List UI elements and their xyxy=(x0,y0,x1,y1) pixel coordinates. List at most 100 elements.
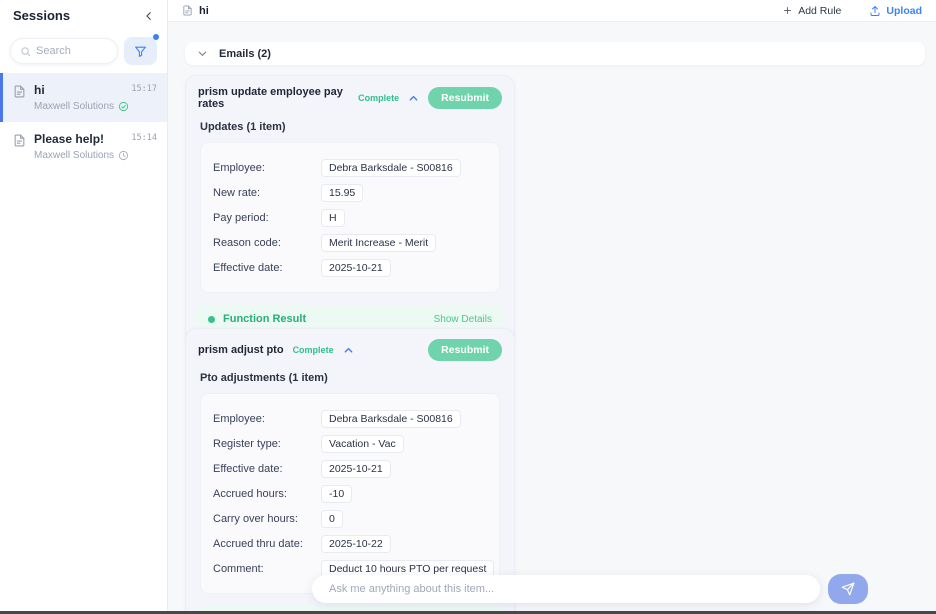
show-details-link[interactable]: Show Details xyxy=(434,314,492,325)
add-rule-label: Add Rule xyxy=(798,5,841,17)
field-value-box[interactable]: 15.95 xyxy=(321,184,363,202)
clock-icon xyxy=(118,150,129,161)
chat-input[interactable] xyxy=(329,583,803,595)
sidebar-header: Sessions xyxy=(0,0,167,27)
collapse-sidebar-button[interactable] xyxy=(144,11,154,21)
field-row: Employee: Debra Barksdale - S00816 xyxy=(213,409,487,428)
check-circle-icon xyxy=(118,101,129,112)
field-value-box[interactable]: -10 xyxy=(321,485,352,503)
field-row: Pay period: H xyxy=(213,208,487,227)
email-card-pay-rates: prism update employee pay rates Complete… xyxy=(185,75,515,344)
resubmit-button[interactable]: Resubmit xyxy=(428,87,502,109)
field-row: Accrued hours: -10 xyxy=(213,484,487,503)
chevron-down-icon xyxy=(197,48,208,59)
card-section-label: Pto adjustments (1 item) xyxy=(186,367,514,393)
session-subtitle: Maxwell Solutions xyxy=(34,101,129,112)
collapse-card-button[interactable] xyxy=(408,93,419,104)
session-item-please-help[interactable]: Please help! Maxwell Solutions 15:14 xyxy=(0,122,167,171)
field-value-box[interactable]: Debra Barksdale - S00816 xyxy=(321,410,461,428)
main-content: Emails (2) prism update employee pay rat… xyxy=(168,22,936,611)
search-icon xyxy=(20,46,31,57)
sessions-sidebar: Sessions hi Max xyxy=(0,0,168,614)
field-label: Effective date: xyxy=(213,463,321,475)
document-icon xyxy=(13,85,26,112)
upload-icon xyxy=(869,5,881,17)
field-label: Comment: xyxy=(213,563,321,575)
field-row: Register type: Vacation - Vac xyxy=(213,434,487,453)
filter-funnel-icon xyxy=(134,45,147,58)
emails-section-label: Emails (2) xyxy=(219,48,271,60)
main-header: hi Add Rule Upload xyxy=(168,0,936,22)
status-badge: Complete xyxy=(293,345,334,355)
chevron-up-icon xyxy=(408,93,419,104)
search-row xyxy=(0,27,167,73)
session-company: Maxwell Solutions xyxy=(34,101,114,112)
status-dot xyxy=(208,316,215,323)
field-label: Employee: xyxy=(213,162,321,174)
field-row: New rate: 15.95 xyxy=(213,183,487,202)
card-header: prism update employee pay rates Complete… xyxy=(186,76,514,116)
card-title: prism update employee pay rates xyxy=(198,86,349,110)
session-title: Please help! xyxy=(34,132,129,146)
card-section-label: Updates (1 item) xyxy=(186,116,514,142)
field-label: Employee: xyxy=(213,413,321,425)
plus-icon xyxy=(783,6,792,15)
session-time: 15:14 xyxy=(131,133,157,143)
field-value-box[interactable]: 2025-10-22 xyxy=(321,535,391,553)
session-time: 15:17 xyxy=(131,84,157,94)
field-label: Register type: xyxy=(213,438,321,450)
resubmit-button[interactable]: Resubmit xyxy=(428,339,502,361)
session-title: hi xyxy=(34,83,129,97)
chevron-up-icon xyxy=(343,345,354,356)
function-result-label: Function Result xyxy=(223,313,306,325)
field-label: Carry over hours: xyxy=(213,513,321,525)
field-label: Reason code: xyxy=(213,237,321,249)
collapse-card-button[interactable] xyxy=(343,345,354,356)
field-row: Effective date: 2025-10-21 xyxy=(213,258,487,277)
field-value-box[interactable]: Debra Barksdale - S00816 xyxy=(321,159,461,177)
field-row: Reason code: Merit Increase - Merit xyxy=(213,233,487,252)
document-icon xyxy=(182,5,193,16)
field-value-box[interactable]: 2025-10-21 xyxy=(321,460,391,478)
main-area: hi Add Rule Upload Emails (2) xyxy=(168,0,936,614)
send-paper-plane-icon xyxy=(841,582,855,596)
field-value-box[interactable]: H xyxy=(321,209,345,227)
chevron-left-icon xyxy=(144,11,154,21)
status-badge: Complete xyxy=(358,93,399,103)
session-list: hi Maxwell Solutions 15:17 Please help! … xyxy=(0,73,167,171)
fields-panel: Employee: Debra Barksdale - S00816 Regis… xyxy=(200,393,500,594)
app-window: Sessions hi Max xyxy=(0,0,936,614)
field-label: Accrued hours: xyxy=(213,488,321,500)
main-header-title-group: hi xyxy=(182,5,209,17)
fields-panel: Employee: Debra Barksdale - S00816 New r… xyxy=(200,142,500,293)
notification-dot xyxy=(153,34,159,40)
emails-section-header[interactable]: Emails (2) xyxy=(185,42,925,65)
search-box[interactable] xyxy=(10,38,118,64)
send-button[interactable] xyxy=(828,574,868,604)
field-label: Effective date: xyxy=(213,262,321,274)
card-title: prism adjust pto xyxy=(198,344,284,356)
chat-input-bar xyxy=(312,575,820,603)
field-value-box[interactable]: Merit Increase - Merit xyxy=(321,234,436,252)
session-item-hi[interactable]: hi Maxwell Solutions 15:17 xyxy=(0,73,167,122)
upload-button[interactable]: Upload xyxy=(869,5,922,17)
search-input[interactable] xyxy=(36,45,108,57)
session-company: Maxwell Solutions xyxy=(34,150,114,161)
field-label: Accrued thru date: xyxy=(213,538,321,550)
sidebar-title: Sessions xyxy=(13,8,70,23)
filter-button[interactable] xyxy=(124,37,157,65)
field-label: New rate: xyxy=(213,187,321,199)
add-rule-button[interactable]: Add Rule xyxy=(783,5,841,17)
card-header: prism adjust pto Complete Resubmit xyxy=(186,329,514,367)
field-row: Employee: Debra Barksdale - S00816 xyxy=(213,158,487,177)
upload-label: Upload xyxy=(886,5,922,17)
field-row: Carry over hours: 0 xyxy=(213,509,487,528)
field-label: Pay period: xyxy=(213,212,321,224)
main-header-actions: Add Rule Upload xyxy=(783,5,922,17)
session-subtitle: Maxwell Solutions xyxy=(34,150,129,161)
field-value-box[interactable]: 2025-10-21 xyxy=(321,259,391,277)
field-value-box[interactable]: 0 xyxy=(321,510,343,528)
field-row: Effective date: 2025-10-21 xyxy=(213,459,487,478)
field-value-box[interactable]: Vacation - Vac xyxy=(321,435,404,453)
document-icon xyxy=(13,134,26,161)
